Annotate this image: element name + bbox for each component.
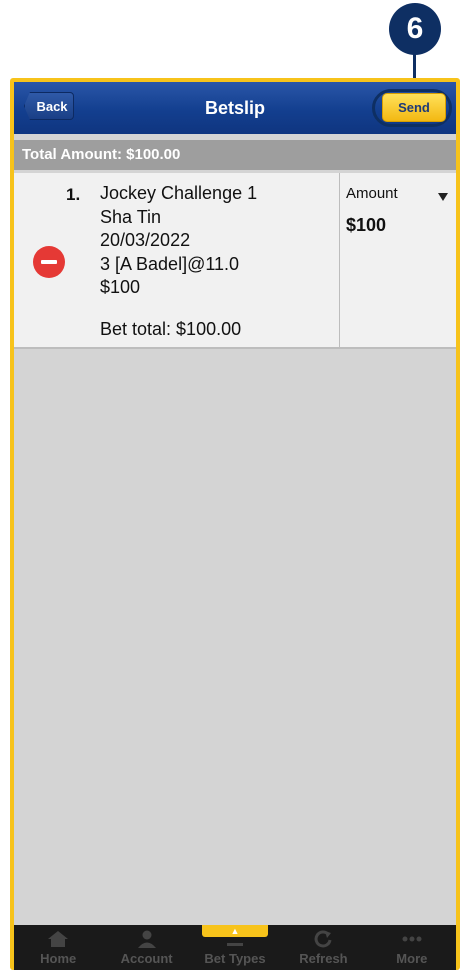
bet-unit-amount: $100 (100, 277, 141, 297)
bet-details: Jockey Challenge 1 Sha Tin 20/03/2022 3 … (100, 182, 257, 300)
bet-index: 1. (66, 185, 81, 204)
bet-row: 1. Jockey Challenge 1 Sha Tin 20/03/2022… (14, 173, 456, 349)
bet-pool: Jockey Challenge 1 (100, 183, 258, 203)
nav-label: Account (120, 951, 173, 966)
amount-label: Amount (346, 185, 398, 202)
total-amount-bar: Total Amount: $100.00 (14, 140, 456, 170)
nav-label: Refresh (299, 951, 348, 966)
nav-label: More (396, 951, 428, 966)
account-icon (137, 930, 156, 948)
bet-selection: 3 [A Badel]@11.0 (100, 253, 240, 274)
nav-refresh[interactable]: Refresh (279, 925, 367, 970)
nav-home[interactable]: Home (14, 925, 102, 970)
bet-date: 20/03/2022 (100, 230, 191, 250)
send-button[interactable]: Send (382, 93, 446, 122)
home-icon (48, 931, 69, 947)
more-icon (402, 936, 422, 942)
back-button[interactable]: Back (24, 92, 74, 120)
step-callout-badge: 6 (389, 3, 441, 55)
betslip-screen: Betslip Back Send Total Amount: $100.00 … (14, 82, 456, 970)
header-bar: Betslip Back Send (14, 82, 456, 134)
nav-account[interactable]: Account (102, 925, 190, 970)
nav-label: Home (40, 951, 77, 966)
phone-frame: Betslip Back Send Total Amount: $100.00 … (10, 78, 460, 970)
nav-more[interactable]: More (368, 925, 456, 970)
amount-dropdown-arrow-icon[interactable] (438, 193, 448, 201)
nav-expand-handle[interactable]: ▲ (202, 925, 268, 937)
nav-label: Bet Types (204, 951, 266, 966)
remove-bet-icon[interactable] (33, 246, 65, 278)
bet-venue: Sha Tin (100, 206, 162, 227)
amount-value[interactable]: $100 (346, 215, 386, 236)
column-divider (339, 173, 340, 347)
chevron-up-icon: ▲ (230, 925, 240, 936)
refresh-icon (315, 930, 332, 948)
bet-total: Bet total: $100.00 (100, 319, 242, 339)
